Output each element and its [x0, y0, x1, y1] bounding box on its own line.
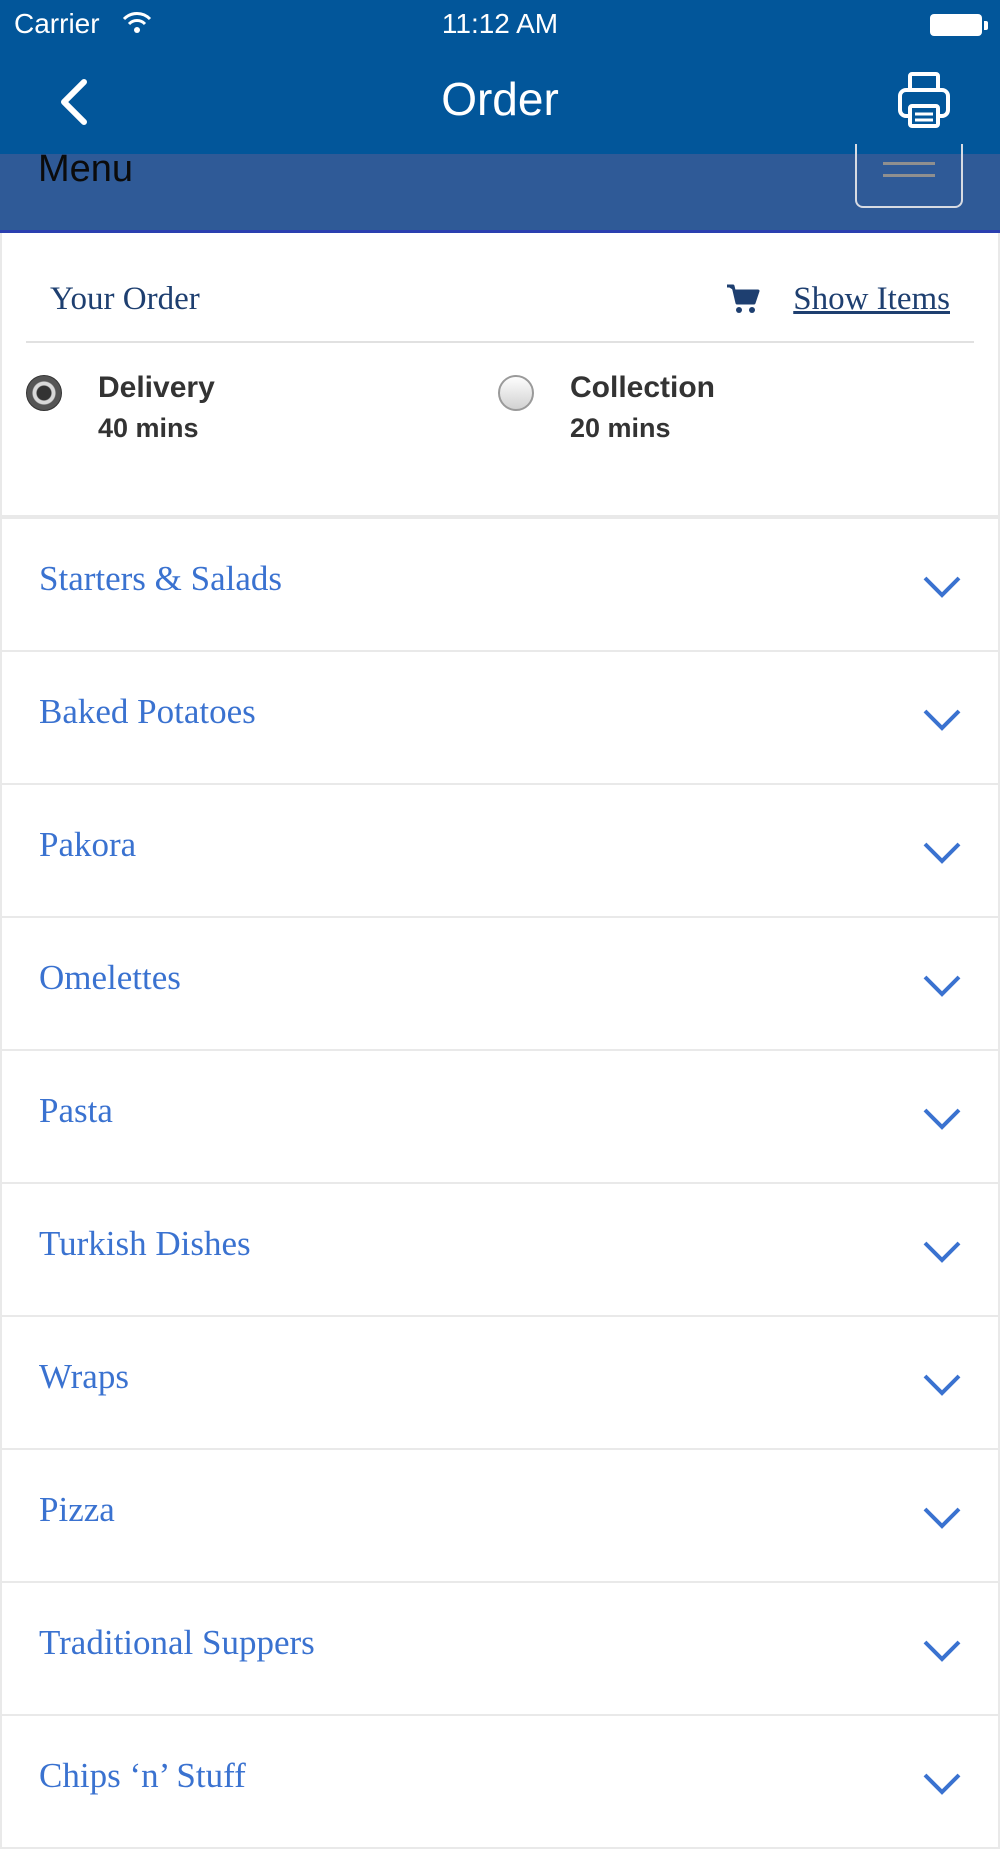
category-row[interactable]: Omelettes: [2, 918, 998, 1049]
chevron-down-icon: [923, 842, 961, 864]
category-label: Pasta: [39, 1091, 113, 1130]
chevron-down-icon: [923, 576, 961, 598]
delivery-label: Delivery: [98, 371, 215, 404]
category-label: Baked Potatoes: [39, 692, 256, 731]
printer-icon[interactable]: [896, 70, 952, 130]
cart-icon[interactable]: [726, 283, 760, 315]
chevron-down-icon: [923, 1507, 961, 1529]
category-label: Pizza: [39, 1490, 115, 1529]
category-row[interactable]: Pizza: [2, 1450, 998, 1581]
category-row[interactable]: Pasta: [2, 1051, 998, 1182]
category-row[interactable]: Wraps: [2, 1317, 998, 1448]
menu-category-list: Starters & Salads Baked Potatoes Pakora …: [2, 519, 998, 1849]
category-row[interactable]: Baked Potatoes: [2, 652, 998, 783]
category-row[interactable]: Turkish Dishes: [2, 1184, 998, 1315]
category-label: Turkish Dishes: [39, 1224, 251, 1263]
collection-radio[interactable]: [498, 375, 534, 411]
order-panel: Your Order Show Items Delivery 40 mins C…: [2, 233, 998, 515]
collection-label: Collection: [570, 371, 716, 404]
menu-toggle-button[interactable]: [855, 144, 963, 208]
chevron-down-icon: [923, 1773, 961, 1795]
category-label: Pakora: [39, 825, 137, 864]
category-label: Omelettes: [39, 958, 181, 997]
delivery-time: 40 mins: [98, 413, 199, 443]
show-items-link[interactable]: Show Items: [793, 281, 950, 318]
collection-time: 20 mins: [570, 413, 671, 443]
delivery-radio[interactable]: [26, 375, 62, 411]
divider: [26, 341, 974, 343]
your-order-heading: Your Order: [50, 281, 200, 317]
category-label: Starters & Salads: [39, 559, 283, 598]
menu-label: Menu: [38, 148, 134, 190]
chevron-down-icon: [923, 975, 961, 997]
status-bar: Carrier 11:12 AM: [0, 0, 1000, 50]
nav-bar: Order: [0, 50, 1000, 154]
page-title: Order: [441, 73, 559, 125]
battery-icon: [930, 14, 988, 36]
category-row[interactable]: Starters & Salads: [2, 519, 998, 650]
category-label: Chips ‘n’ Stuff: [39, 1756, 246, 1795]
chevron-down-icon: [923, 1640, 961, 1662]
category-label: Traditional Suppers: [39, 1623, 315, 1662]
menu-header: Menu: [0, 144, 1000, 233]
category-label: Wraps: [39, 1357, 129, 1396]
chevron-down-icon: [923, 709, 961, 731]
category-row[interactable]: Traditional Suppers: [2, 1583, 998, 1714]
category-row[interactable]: Pakora: [2, 785, 998, 916]
chevron-down-icon: [923, 1108, 961, 1130]
category-row[interactable]: Chips ‘n’ Stuff: [2, 1716, 998, 1847]
status-time: 11:12 AM: [441, 8, 559, 39]
chevron-down-icon: [923, 1241, 961, 1263]
chevron-down-icon: [923, 1374, 961, 1396]
